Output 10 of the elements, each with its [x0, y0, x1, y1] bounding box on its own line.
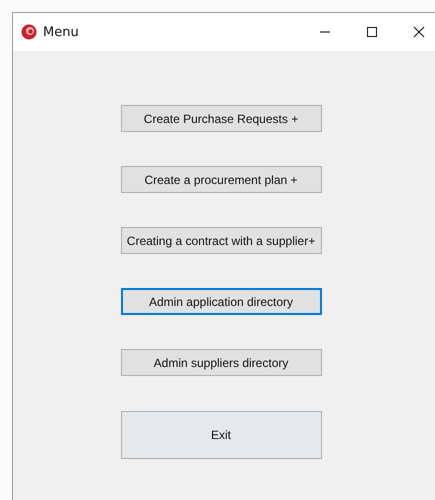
menu-button[interactable]: Create a procurement plan +	[120, 166, 322, 193]
exit-button[interactable]: Exit	[120, 411, 322, 459]
close-icon[interactable]	[413, 26, 425, 38]
maximize-icon[interactable]	[366, 26, 378, 38]
menu-button[interactable]: Admin application directory	[120, 288, 322, 315]
menu-button[interactable]: Creating a contract with a supplier+	[120, 227, 322, 254]
app-icon	[21, 24, 37, 40]
menu-button[interactable]: Create Purchase Requests +	[120, 105, 322, 132]
window-title: Menu	[43, 24, 79, 40]
menu-button[interactable]: Admin suppliers directory	[120, 349, 322, 376]
